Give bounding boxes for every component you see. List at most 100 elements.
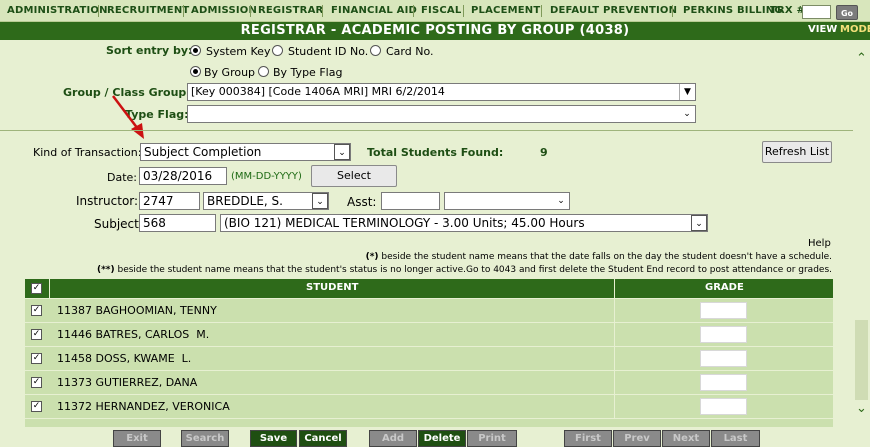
column-divider <box>614 299 615 323</box>
group-type-label: By Group <box>204 66 256 79</box>
sort-card-no-radio[interactable] <box>370 45 381 56</box>
asst-code-input[interactable] <box>381 192 440 210</box>
scroll-thumb[interactable] <box>855 320 868 400</box>
note-2-mark: (**) <box>96 265 115 275</box>
group-type-label: By Type Flag <box>273 66 343 79</box>
instructor-code-input[interactable]: 2747 <box>139 192 200 210</box>
table-row: ✓ 11446 BATRES, CARLOS M. <box>25 323 833 347</box>
grade-input[interactable] <box>700 302 747 319</box>
scroll-up-icon[interactable]: ⌃ <box>853 52 870 66</box>
nav-separator <box>463 5 464 17</box>
nav-item-registrar[interactable]: REGISTRAR <box>258 5 323 16</box>
sort-student-id-radio[interactable] <box>272 45 283 56</box>
by-type-flag-radio[interactable] <box>258 66 269 77</box>
nav-item-fiscal[interactable]: FISCAL <box>421 5 461 16</box>
prev-button[interactable]: Prev <box>613 430 661 447</box>
help-link[interactable]: Help <box>808 238 831 249</box>
group-class-select[interactable]: [Key 000384] [Code 1406A MRI] MRI 6/2/20… <box>187 83 696 101</box>
go-button[interactable]: Go <box>836 5 858 20</box>
search-button[interactable]: Search <box>181 430 229 447</box>
student-name: 11458 DOSS, KWAME L. <box>57 352 192 365</box>
chevron-down-icon: ⌄ <box>334 144 350 160</box>
column-header-student: STUDENT <box>306 282 359 293</box>
grade-input[interactable] <box>700 374 747 391</box>
note-1-mark: (*) <box>365 252 379 262</box>
nav-separator <box>250 5 251 17</box>
date-label: Date: <box>107 171 137 184</box>
table-header: ✓ STUDENT GRADE <box>25 279 833 298</box>
nav-item-administration[interactable]: ADMINISTRATION <box>7 5 108 16</box>
transaction-label: Kind of Transaction: <box>33 146 142 159</box>
row-checkbox[interactable]: ✓ <box>31 305 42 316</box>
nav-item-perkins-billing[interactable]: PERKINS BILLING <box>683 5 783 16</box>
nav-separator <box>183 5 184 17</box>
grade-input[interactable] <box>700 398 747 415</box>
trx-input[interactable] <box>802 5 831 19</box>
total-students-label: Total Students Found: <box>367 146 504 159</box>
refresh-list-button[interactable]: Refresh List <box>762 141 832 163</box>
grade-input[interactable] <box>700 350 747 367</box>
chevron-down-icon: ⌄ <box>679 106 695 122</box>
add-button[interactable]: Add <box>369 430 417 447</box>
annotation-arrow-icon <box>112 95 144 139</box>
last-button[interactable]: Last <box>711 430 760 447</box>
table-row: ✓ 11372 HERNANDEZ, VERONICA <box>25 395 833 419</box>
chevron-down-icon: ⌄ <box>312 193 328 209</box>
nav-item-default-prevention[interactable]: DEFAULT PREVENTION <box>550 5 677 16</box>
transaction-select[interactable]: Subject Completion ⌄ <box>140 143 351 161</box>
next-button[interactable]: Next <box>662 430 710 447</box>
column-divider <box>614 347 615 371</box>
note-2-text: beside the student name means that the s… <box>114 265 832 275</box>
nav-separator <box>672 5 673 17</box>
date-format-hint: (MM-DD-YYYY) <box>231 171 302 182</box>
table-row: ✓ 11373 GUTIERREZ, DANA <box>25 371 833 395</box>
type-flag-select[interactable]: ⌄ <box>187 105 696 123</box>
total-students-value: 9 <box>540 146 548 159</box>
student-name: 11387 BAGHOOMIAN, TENNY <box>57 304 217 317</box>
date-select-button[interactable]: Select <box>311 165 397 187</box>
column-divider <box>614 371 615 395</box>
note-1-text: beside the student name means that the d… <box>378 252 832 262</box>
top-nav: ADMINISTRATION RECRUITMENT ADMISSION REG… <box>0 0 870 22</box>
print-button[interactable]: Print <box>467 430 517 447</box>
grade-input[interactable] <box>700 326 747 343</box>
date-input[interactable]: 03/28/2016 <box>139 167 227 185</box>
delete-button[interactable]: Delete <box>418 430 466 447</box>
sort-option-label: System Key <box>206 45 271 58</box>
nav-item-financial-aid[interactable]: FINANCIAL AID <box>331 5 417 16</box>
nav-separator <box>413 5 414 17</box>
column-divider <box>614 395 615 419</box>
exit-button[interactable]: Exit <box>113 430 161 447</box>
column-divider <box>49 279 50 298</box>
mode-link[interactable]: MODE <box>840 24 870 35</box>
row-checkbox[interactable]: ✓ <box>31 401 42 412</box>
nav-separator <box>322 5 323 17</box>
nav-item-recruitment[interactable]: RECRUITMENT <box>107 5 189 16</box>
view-link[interactable]: VIEW <box>808 24 837 35</box>
first-button[interactable]: First <box>564 430 612 447</box>
row-checkbox[interactable]: ✓ <box>31 329 42 340</box>
subject-code-input[interactable]: 568 <box>139 214 216 232</box>
student-name: 11373 GUTIERREZ, DANA <box>57 376 198 389</box>
row-checkbox[interactable]: ✓ <box>31 377 42 388</box>
select-all-checkbox[interactable]: ✓ <box>31 283 42 294</box>
nav-separator <box>98 5 99 17</box>
help-note-1: (*) beside the student name means that t… <box>366 252 832 262</box>
by-group-radio[interactable] <box>190 66 201 77</box>
help-note-2: (**) beside the student name means that … <box>97 265 832 275</box>
subject-label: Subject: <box>94 217 143 231</box>
cancel-button[interactable]: Cancel <box>299 430 347 447</box>
subject-select[interactable]: (BIO 121) MEDICAL TERMINOLOGY - 3.00 Uni… <box>220 214 708 232</box>
row-checkbox[interactable]: ✓ <box>31 353 42 364</box>
scrollbar[interactable]: ⌃ ⌄ <box>853 40 870 420</box>
scroll-down-icon[interactable]: ⌄ <box>853 402 870 416</box>
asst-select[interactable]: ⌄ <box>444 192 570 210</box>
nav-item-admission[interactable]: ADMISSION <box>191 5 257 16</box>
save-button[interactable]: Save <box>250 430 297 447</box>
instructor-name-value: BREDDLE, S. <box>207 194 283 208</box>
chevron-down-icon: ▼ <box>679 84 695 100</box>
instructor-label: Instructor: <box>76 194 139 208</box>
instructor-select[interactable]: BREDDLE, S. ⌄ <box>203 192 329 210</box>
sort-system-key-radio[interactable] <box>190 45 201 56</box>
nav-item-placement[interactable]: PLACEMENT <box>471 5 540 16</box>
